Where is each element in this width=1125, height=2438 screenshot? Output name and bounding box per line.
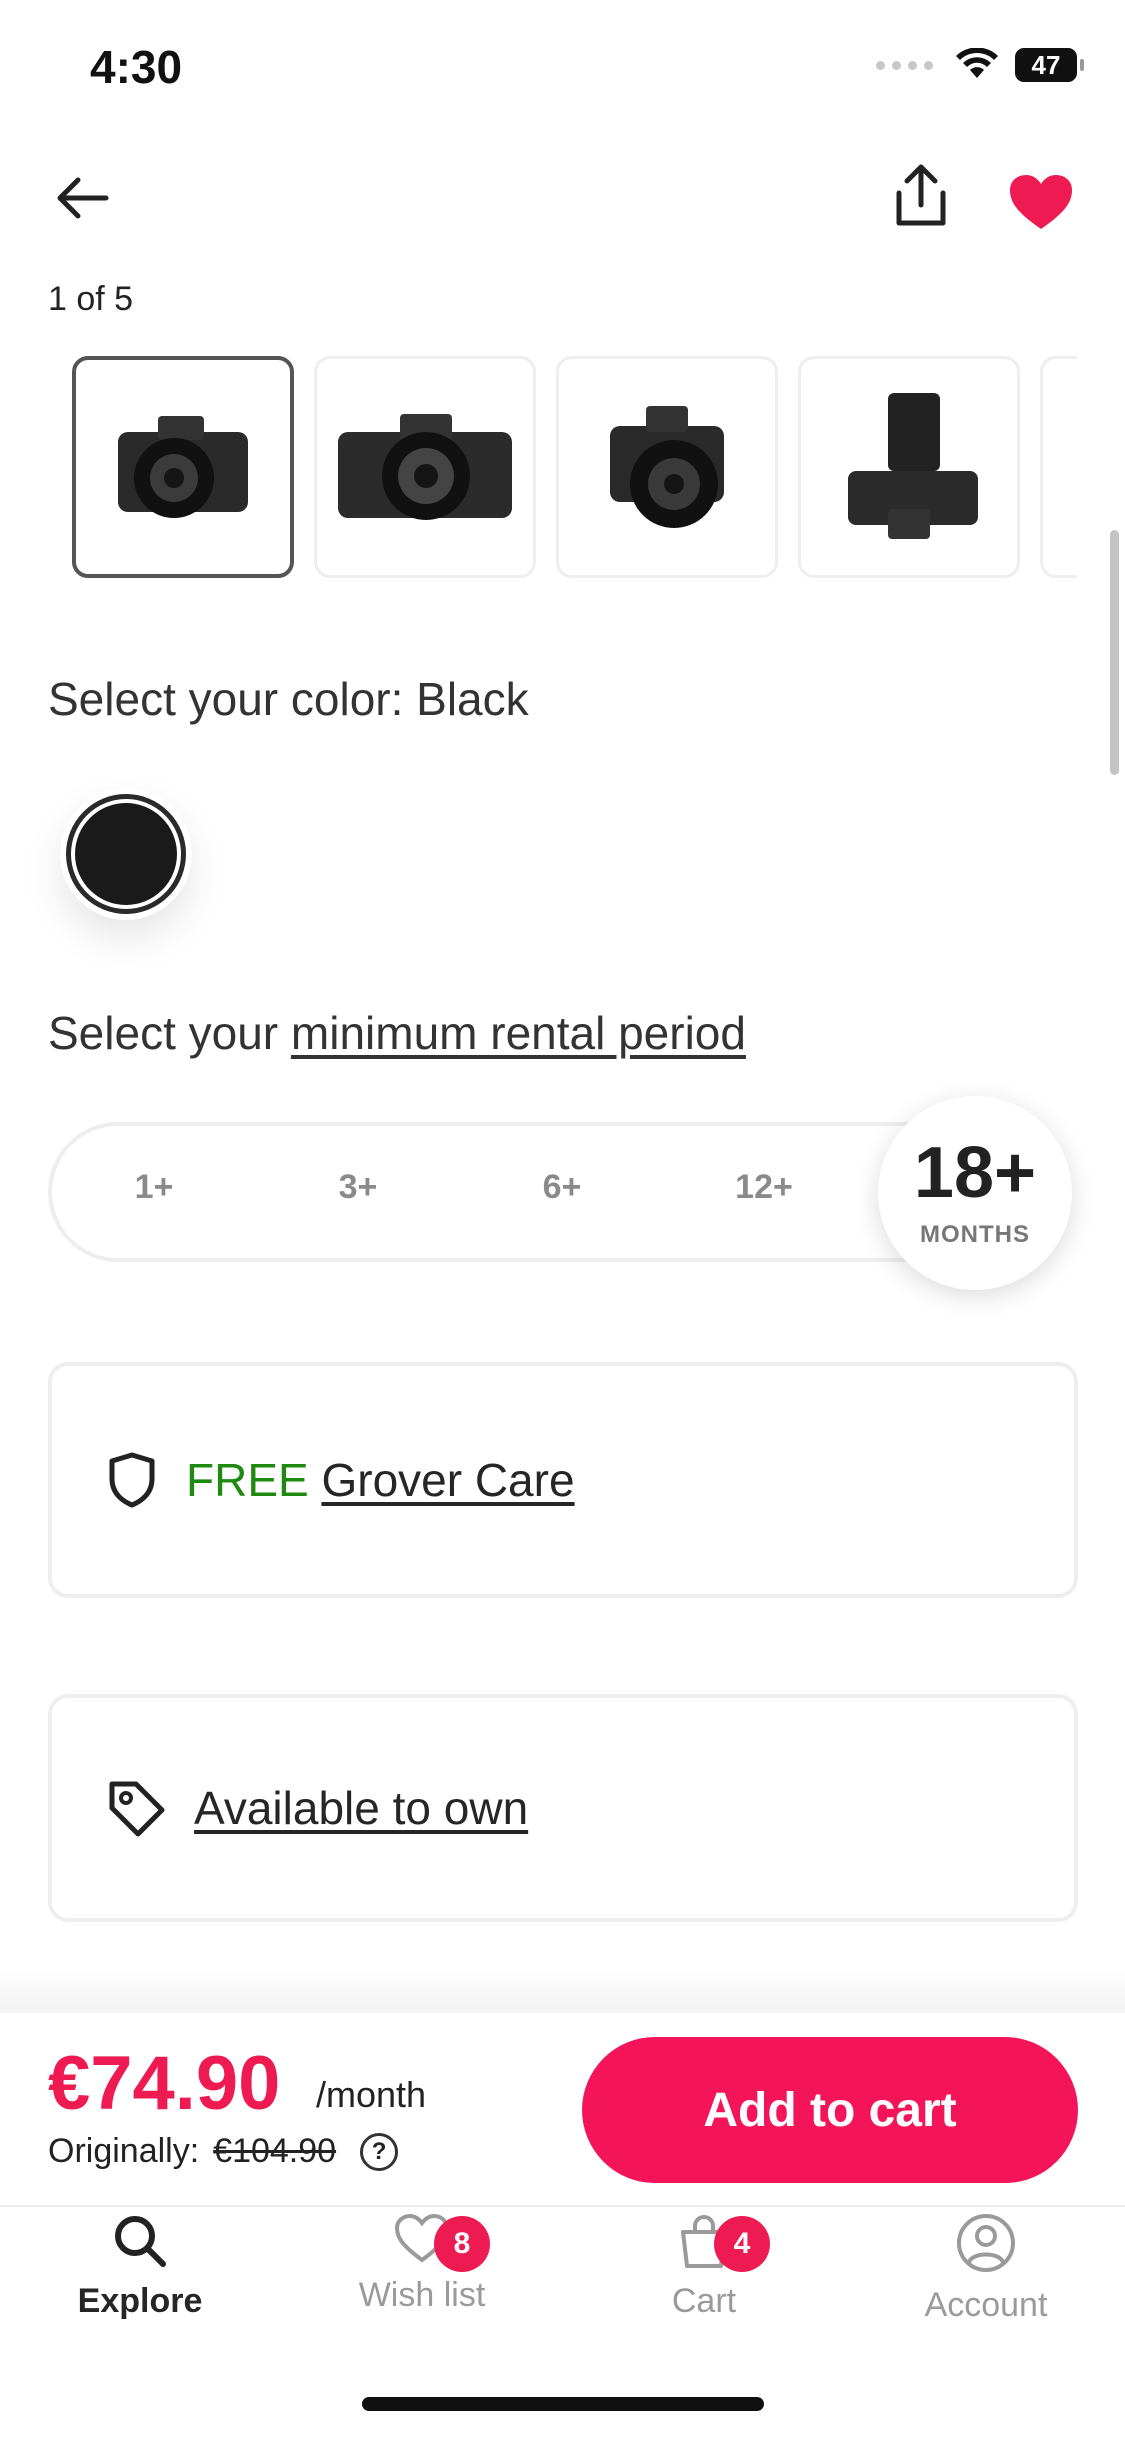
price-bar-shadow	[0, 1965, 1125, 2015]
arrow-left-icon	[57, 177, 109, 219]
color-swatch-black[interactable]	[60, 788, 192, 920]
tab-wish-list[interactable]: 8 Wish list	[322, 2212, 522, 2342]
camera-image	[848, 393, 978, 539]
tab-label: Wish list	[358, 2276, 486, 2314]
period-option-6[interactable]: 6+	[502, 1168, 622, 1207]
rental-period-label: Select your minimum rental period	[48, 1007, 746, 1059]
status-indicators: 47	[876, 48, 1084, 82]
heart-filled-icon	[1010, 175, 1072, 229]
share-button[interactable]	[888, 160, 954, 232]
thumbnail-3[interactable]	[556, 356, 778, 578]
user-icon	[957, 2214, 1015, 2272]
free-label: FREE	[186, 1454, 309, 1506]
cart-badge: 4	[714, 2216, 770, 2272]
thumbnail-4[interactable]	[798, 356, 1020, 578]
price-per-month: /month	[316, 2074, 427, 2115]
grover-care-link[interactable]: Grover Care	[321, 1454, 574, 1506]
shield-icon	[109, 1452, 155, 1508]
wishlist-badge: 8	[434, 2216, 490, 2272]
tab-account[interactable]: Account	[886, 2212, 1086, 2342]
grover-care-card[interactable]: FREE Grover Care	[48, 1362, 1078, 1598]
camera-image	[1076, 392, 1077, 542]
thumbnail-strip[interactable]	[72, 356, 1077, 582]
scrollbar[interactable]	[1110, 530, 1119, 775]
period-option-1[interactable]: 1+	[94, 1168, 214, 1207]
original-price: €104.90	[213, 2132, 337, 2170]
signal-icon	[876, 60, 933, 70]
period-option-3[interactable]: 3+	[298, 1168, 418, 1207]
tab-explore[interactable]: Explore	[40, 2212, 240, 2342]
period-option-18-selected[interactable]: 18+ MONTHS	[878, 1096, 1072, 1290]
tab-cart[interactable]: 4 Cart	[604, 2212, 804, 2342]
thumbnail-2[interactable]	[314, 356, 536, 578]
question-icon[interactable]: ?	[360, 2132, 399, 2171]
back-button[interactable]	[52, 168, 112, 228]
rental-period-link[interactable]: minimum rental period	[291, 1007, 746, 1059]
image-counter: 1 of 5	[48, 280, 134, 318]
period-option-12[interactable]: 12+	[704, 1168, 824, 1207]
battery-icon: 47	[1015, 48, 1084, 82]
available-to-own-link[interactable]: Available to own	[194, 1782, 528, 1834]
tag-icon	[109, 1781, 165, 1837]
tab-label: Cart	[671, 2282, 737, 2320]
search-icon	[115, 2216, 166, 2267]
price: €74.90	[48, 2041, 281, 2126]
tab-label: Explore	[77, 2282, 203, 2320]
home-indicator[interactable]	[362, 2397, 764, 2411]
thumbnail-1[interactable]	[72, 356, 294, 578]
wifi-icon	[956, 48, 998, 78]
camera-image	[118, 416, 248, 518]
share-icon	[896, 164, 946, 226]
available-to-own-card[interactable]: Available to own	[48, 1694, 1078, 1922]
swatch-fill	[75, 803, 177, 905]
camera-image	[338, 414, 512, 520]
camera-image	[610, 406, 724, 528]
status-time: 4:30	[90, 41, 183, 93]
original-label: Originally:	[48, 2132, 200, 2170]
add-to-cart-button[interactable]: Add to cart	[582, 2037, 1078, 2183]
thumbnail-5[interactable]	[1040, 356, 1077, 578]
original-price-row: Originally: €104.90 ?	[48, 2132, 399, 2171]
favorite-button[interactable]	[1006, 170, 1076, 234]
tab-label: Account	[924, 2286, 1048, 2324]
color-label: Select your color: Black	[48, 673, 529, 725]
